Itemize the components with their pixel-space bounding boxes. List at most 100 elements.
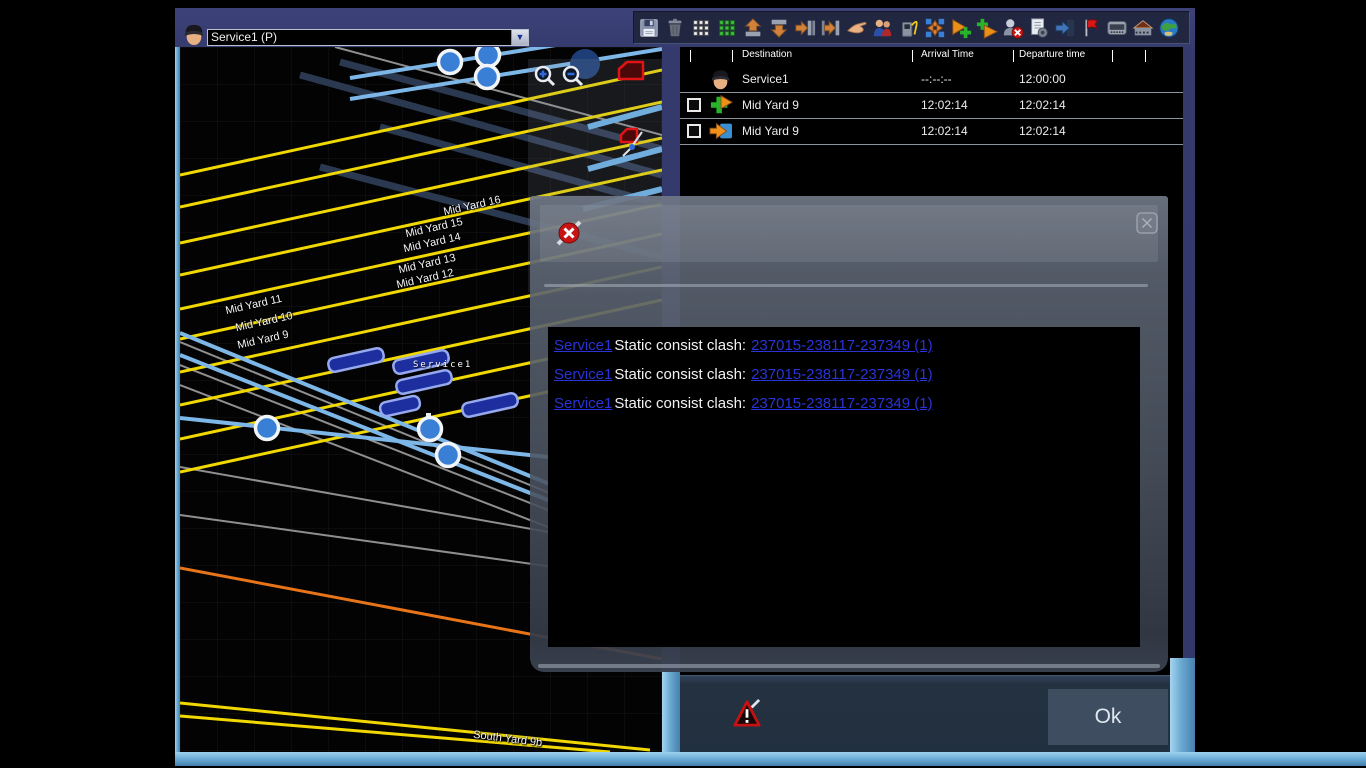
dialog-footer: Ok	[680, 675, 1183, 752]
consist-link[interactable]: 237015-238117-237349 (1)	[751, 395, 933, 412]
dialog-bottom-edge	[538, 664, 1160, 668]
close-button[interactable]	[1136, 212, 1158, 234]
add-portal-service-button[interactable]	[975, 16, 999, 40]
remove-driver-button[interactable]	[1001, 16, 1025, 40]
save-icon	[638, 17, 660, 39]
world-editor-button[interactable]	[1157, 16, 1181, 40]
move-up-icon	[742, 17, 764, 39]
error-list: Service1Static consist clash:237015-2381…	[548, 327, 1140, 647]
screen: Service1 (P) ▼	[0, 0, 1366, 768]
row-checkbox[interactable]	[687, 124, 701, 138]
warning-icon	[733, 698, 761, 733]
remove-driver-icon	[1002, 17, 1024, 39]
cell-destination: Service1	[742, 66, 789, 92]
error-line: Service1Static consist clash: 237015-2381…	[554, 395, 1140, 424]
cell-arrival: --:--:--	[921, 66, 952, 92]
timetable-row[interactable]: Service1 --:--:-- 12:00:00	[680, 66, 1183, 92]
consist-compass-button[interactable]	[617, 125, 649, 168]
error-message: Static consist clash:	[614, 366, 746, 383]
zoom-in-button[interactable]	[533, 64, 557, 88]
timetable-row[interactable]: Mid Yard 9 12:02:14 12:02:14	[680, 118, 1183, 144]
error-signal-icon	[554, 218, 584, 253]
flag-marker-button[interactable]	[1079, 16, 1103, 40]
error-message: Static consist clash:	[614, 395, 746, 412]
green-grid-button[interactable]	[715, 16, 739, 40]
footer-left-border	[662, 672, 680, 752]
trash-icon	[664, 17, 686, 39]
consist-service-label: Service1	[413, 360, 472, 370]
toolbar	[633, 11, 1190, 44]
expand-view-button[interactable]	[923, 16, 947, 40]
service-dropdown-value: Service1 (P)	[211, 30, 277, 45]
dialog-separator	[544, 284, 1148, 287]
service-link[interactable]: Service1	[554, 395, 612, 412]
white-grid-icon	[690, 17, 712, 39]
zoom-out-icon	[561, 64, 585, 88]
dropdown-arrow-icon[interactable]: ▼	[511, 30, 528, 45]
save-button[interactable]	[637, 16, 661, 40]
flag-marker-icon	[1080, 17, 1102, 39]
cell-departure: 12:02:14	[1019, 118, 1066, 144]
col-departure: Departure time	[1019, 49, 1085, 60]
control-panel-icon	[1106, 17, 1128, 39]
consist-link[interactable]: 237015-238117-237349 (1)	[751, 337, 933, 354]
add-service-icon	[950, 17, 972, 39]
dialog-header	[540, 205, 1158, 262]
add-service-button[interactable]	[949, 16, 973, 40]
driver-avatar-icon	[710, 67, 731, 94]
service-link[interactable]: Service1	[554, 337, 612, 354]
close-icon	[1136, 212, 1158, 234]
drivers-button[interactable]	[871, 16, 895, 40]
shift-into-button[interactable]	[819, 16, 843, 40]
shift-into-icon	[820, 17, 842, 39]
move-down-icon	[768, 17, 790, 39]
consist-view-button[interactable]	[616, 58, 646, 89]
consist-view-icon	[616, 58, 646, 84]
shift-right-button[interactable]	[793, 16, 817, 40]
add-service-icon	[709, 94, 733, 119]
cell-destination: Mid Yard 9	[742, 92, 799, 118]
cell-departure: 12:00:00	[1019, 66, 1066, 92]
cell-arrival: 12:02:14	[921, 118, 968, 144]
col-destination: Destination	[742, 49, 792, 60]
error-dialog: Service1Static consist clash:237015-2381…	[530, 196, 1168, 672]
timetable-row[interactable]: Mid Yard 9 12:02:14 12:02:14	[680, 92, 1183, 118]
delete-button[interactable]	[663, 16, 687, 40]
service-properties-button[interactable]	[1027, 16, 1051, 40]
move-up-button[interactable]	[741, 16, 765, 40]
world-editor-icon	[1158, 17, 1180, 39]
ok-button[interactable]: Ok	[1048, 689, 1168, 745]
expand-view-icon	[924, 17, 946, 39]
cell-destination: Mid Yard 9	[742, 118, 799, 144]
service-link[interactable]: Service1	[554, 366, 612, 383]
portal-service-icon	[709, 120, 733, 145]
driver-avatar-icon	[183, 21, 205, 47]
zoom-in-icon	[533, 64, 557, 88]
portal-entry-button[interactable]	[1053, 16, 1077, 40]
drivers-icon	[872, 17, 894, 39]
pick-hand-button[interactable]	[845, 16, 869, 40]
fuel-point-icon	[898, 17, 920, 39]
cell-arrival: 12:02:14	[921, 92, 968, 118]
service-dropdown[interactable]: Service1 (P) ▼	[207, 29, 529, 46]
zoom-out-button[interactable]	[561, 64, 585, 88]
white-grid-button[interactable]	[689, 16, 713, 40]
fuel-point-button[interactable]	[897, 16, 921, 40]
error-line: Service1Static consist clash: 237015-2381…	[554, 337, 1140, 366]
control-panel-button[interactable]	[1105, 16, 1129, 40]
pick-hand-icon	[846, 17, 868, 39]
consist-link[interactable]: 237015-238117-237349 (1)	[751, 366, 933, 383]
bottom-border	[175, 752, 1366, 766]
error-message: Static consist clash:	[614, 337, 746, 354]
green-grid-icon	[716, 17, 738, 39]
consist-compass-icon	[617, 125, 649, 163]
panel-right-border	[1170, 658, 1195, 752]
map-left-border	[175, 47, 180, 752]
depot-button[interactable]	[1131, 16, 1155, 40]
shift-right-icon	[794, 17, 816, 39]
row-checkbox[interactable]	[687, 98, 701, 112]
error-line: Service1Static consist clash: 237015-2381…	[554, 366, 1140, 395]
add-portal-service-icon	[976, 17, 998, 39]
move-down-button[interactable]	[767, 16, 791, 40]
portal-entry-icon	[1054, 17, 1076, 39]
